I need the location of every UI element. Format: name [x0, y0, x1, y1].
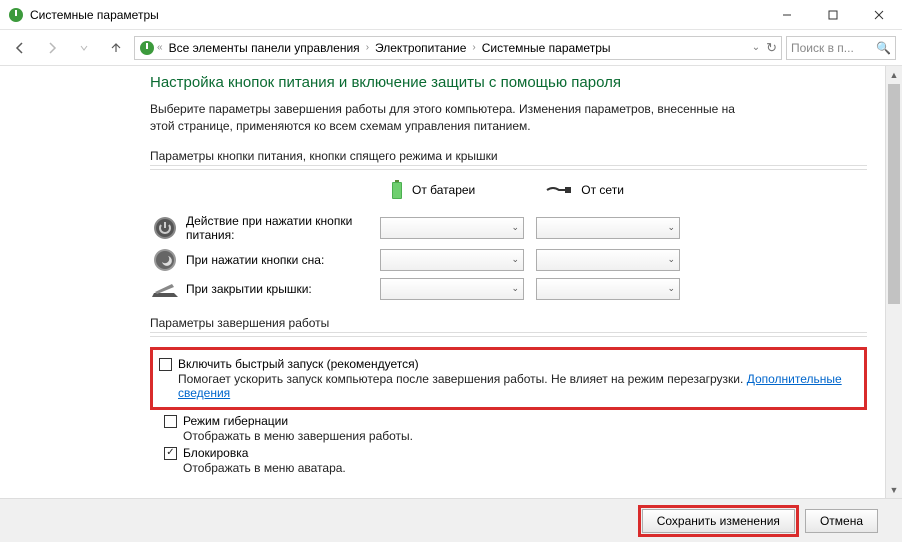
lid-close-icon — [152, 279, 178, 299]
row-sleep-button: При нажатии кнопки сна: ⌄ ⌄ — [150, 248, 867, 272]
back-button[interactable] — [6, 34, 34, 62]
fast-startup-title: Включить быстрый запуск (рекомендуется) — [178, 357, 858, 371]
breadcrumb-item[interactable]: Все элементы панели управления — [165, 41, 364, 55]
page-heading: Настройка кнопок питания и включение защ… — [150, 74, 867, 91]
search-icon: 🔍 — [876, 41, 891, 55]
search-placeholder: Поиск в п... — [791, 41, 854, 55]
power-button-ac-select[interactable]: ⌄ — [536, 217, 680, 239]
window-title: Системные параметры — [30, 8, 764, 22]
chevron-down-icon: ⌄ — [511, 222, 519, 233]
chevron-right-icon: « — [157, 42, 163, 53]
fast-startup-highlight: Включить быстрый запуск (рекомендуется) … — [150, 347, 867, 410]
battery-icon — [390, 180, 404, 200]
lock-desc: Отображать в меню аватара. — [183, 461, 346, 475]
lock-title: Блокировка — [183, 446, 346, 460]
chevron-down-icon: ⌄ — [667, 283, 675, 294]
power-options-icon — [139, 40, 155, 56]
row-power-button: Действие при нажатии кнопки питания: ⌄ ⌄ — [150, 214, 867, 242]
search-input[interactable]: Поиск в п... 🔍 — [786, 36, 896, 60]
chevron-right-icon: › — [472, 42, 475, 53]
recent-dropdown[interactable] — [70, 34, 98, 62]
row-lid-close: При закрытии крышки: ⌄ ⌄ — [150, 278, 867, 300]
column-headers: От батареи От сети — [390, 180, 867, 200]
sleep-button-icon — [153, 248, 177, 272]
forward-button[interactable] — [38, 34, 66, 62]
refresh-icon[interactable]: ↻ — [766, 40, 777, 56]
section-shutdown: Параметры завершения работы — [150, 316, 867, 330]
power-button-icon — [153, 216, 177, 240]
vertical-scrollbar[interactable]: ▲ ▼ — [885, 66, 902, 498]
hibernate-desc: Отображать в меню завершения работы. — [183, 429, 413, 443]
lid-close-label: При закрытии крышки: — [180, 282, 380, 296]
hibernate-checkbox[interactable] — [164, 415, 177, 428]
window-controls — [764, 0, 902, 29]
chevron-down-icon: ⌄ — [511, 254, 519, 265]
chevron-down-icon[interactable]: ⌄ — [752, 42, 760, 53]
scrollbar-thumb[interactable] — [888, 84, 900, 304]
sleep-button-battery-select[interactable]: ⌄ — [380, 249, 524, 271]
lid-close-battery-select[interactable]: ⌄ — [380, 278, 524, 300]
sleep-button-ac-select[interactable]: ⌄ — [536, 249, 680, 271]
close-button[interactable] — [856, 0, 902, 29]
power-button-label: Действие при нажатии кнопки питания: — [180, 214, 380, 242]
chevron-right-icon: › — [366, 42, 369, 53]
sleep-button-label: При нажатии кнопки сна: — [180, 253, 380, 267]
titlebar: Системные параметры — [0, 0, 902, 30]
chevron-down-icon: ⌄ — [667, 222, 675, 233]
section-power-buttons: Параметры кнопки питания, кнопки спящего… — [150, 149, 867, 163]
scroll-up-icon[interactable]: ▲ — [886, 66, 902, 83]
power-button-battery-select[interactable]: ⌄ — [380, 217, 524, 239]
save-button[interactable]: Сохранить изменения — [642, 509, 795, 533]
power-options-icon — [8, 7, 24, 23]
lock-checkbox[interactable] — [164, 447, 177, 460]
breadcrumb[interactable]: « Все элементы панели управления › Элект… — [134, 36, 782, 60]
lid-close-ac-select[interactable]: ⌄ — [536, 278, 680, 300]
footer: Сохранить изменения Отмена — [0, 498, 902, 542]
chevron-down-icon: ⌄ — [511, 283, 519, 294]
fast-startup-desc: Помогает ускорить запуск компьютера посл… — [178, 372, 858, 400]
plug-icon — [545, 184, 573, 196]
minimize-button[interactable] — [764, 0, 810, 29]
navbar: « Все элементы панели управления › Элект… — [0, 30, 902, 66]
chevron-down-icon: ⌄ — [667, 254, 675, 265]
cancel-button[interactable]: Отмена — [805, 509, 878, 533]
hibernate-title: Режим гибернации — [183, 414, 413, 428]
column-battery-label: От батареи — [412, 183, 475, 197]
maximize-button[interactable] — [810, 0, 856, 29]
page-intro: Выберите параметры завершения работы для… — [150, 101, 750, 135]
scroll-down-icon[interactable]: ▼ — [886, 481, 902, 498]
up-button[interactable] — [102, 34, 130, 62]
fast-startup-checkbox[interactable] — [159, 358, 172, 371]
content-area: Настройка кнопок питания и включение защ… — [0, 66, 885, 498]
column-ac-label: От сети — [581, 183, 624, 197]
breadcrumb-item[interactable]: Системные параметры — [478, 41, 615, 55]
breadcrumb-item[interactable]: Электропитание — [371, 41, 470, 55]
